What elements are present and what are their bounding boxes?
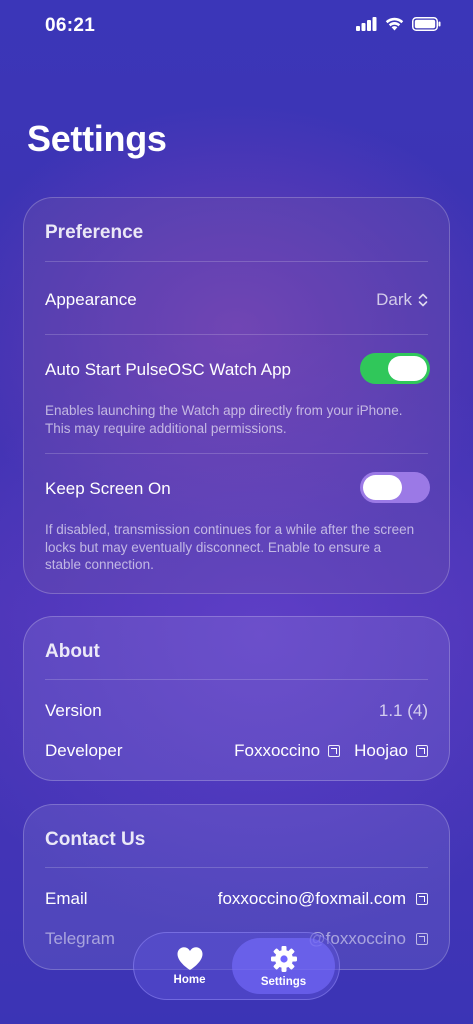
status-icons xyxy=(356,17,441,31)
developer-label: Developer xyxy=(45,741,123,760)
divider xyxy=(45,261,428,262)
email-link[interactable]: foxxoccino@foxmail.com xyxy=(218,889,428,909)
battery-icon xyxy=(412,17,441,31)
heart-icon xyxy=(177,947,202,970)
wifi-icon xyxy=(385,17,404,31)
status-bar: 06:21 xyxy=(0,0,473,54)
divider xyxy=(45,867,428,868)
page-title: Settings xyxy=(27,118,167,159)
preference-header: Preference xyxy=(45,222,144,243)
tab-settings[interactable]: Settings xyxy=(232,938,335,994)
toggle-knob xyxy=(388,356,427,381)
auto-start-toggle[interactable] xyxy=(360,353,430,384)
divider xyxy=(45,334,428,335)
telegram-label: Telegram xyxy=(45,929,115,948)
tab-home[interactable]: Home xyxy=(139,938,240,994)
developer-links: Foxxoccino Hoojao xyxy=(234,741,428,761)
appearance-picker[interactable]: Dark xyxy=(376,290,428,310)
chevron-up-down-icon xyxy=(418,293,428,307)
external-link-icon xyxy=(416,893,428,905)
about-card: About Version 1.1 (4) Developer Foxxocci… xyxy=(23,616,450,781)
gear-icon xyxy=(270,945,297,972)
external-link-icon xyxy=(416,933,428,945)
about-header: About xyxy=(45,641,100,662)
external-link-icon xyxy=(416,745,428,757)
external-link-icon xyxy=(328,745,341,757)
status-time: 06:21 xyxy=(45,15,96,36)
developer-link-hoojao[interactable]: Hoojao xyxy=(354,741,428,761)
tab-label: Home xyxy=(173,974,206,986)
cellular-signal-icon xyxy=(356,17,377,31)
preference-card: Preference Appearance Dark Auto Start Pu… xyxy=(23,197,450,594)
version-value: 1.1 (4) xyxy=(378,701,428,720)
auto-start-description: Enables launching the Watch app directly… xyxy=(45,403,403,436)
divider xyxy=(45,679,428,680)
appearance-label: Appearance xyxy=(45,290,137,309)
email-label: Email xyxy=(45,889,88,908)
contact-header: Contact Us xyxy=(45,829,146,850)
email-value: foxxoccino@foxmail.com xyxy=(217,889,406,908)
version-label: Version xyxy=(45,701,102,720)
tab-label: Settings xyxy=(260,975,307,988)
toggle-knob xyxy=(363,475,402,500)
divider xyxy=(45,453,428,454)
tab-bar: Home Settings xyxy=(133,932,340,1000)
developer-link-foxxoccino[interactable]: Foxxoccino xyxy=(234,741,341,761)
keep-screen-on-toggle[interactable] xyxy=(360,472,430,503)
keep-screen-on-description: If disabled, transmission continues for … xyxy=(45,522,415,572)
auto-start-label: Auto Start PulseOSC Watch App xyxy=(45,360,291,379)
appearance-value: Dark xyxy=(376,290,412,309)
keep-screen-on-label: Keep Screen On xyxy=(45,479,171,498)
